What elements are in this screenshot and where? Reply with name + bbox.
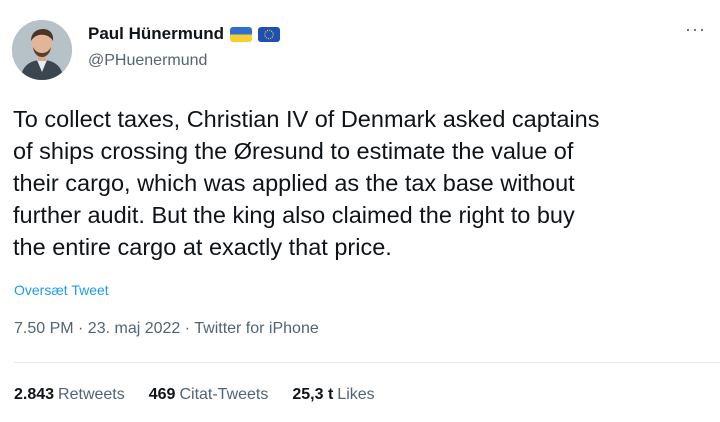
likes-stat[interactable]: 25,3 t Likes bbox=[292, 386, 374, 404]
eu-flag-icon bbox=[258, 26, 281, 42]
divider bbox=[14, 362, 720, 363]
display-name[interactable]: Paul Hünermund bbox=[88, 24, 224, 44]
more-options-icon[interactable]: ··· bbox=[685, 20, 706, 38]
author-handle[interactable]: @PHuenermund bbox=[88, 52, 207, 70]
retweets-stat[interactable]: 2.843 Retweets bbox=[14, 386, 125, 404]
tweet-text: To collect taxes, Christian IV of Denmar… bbox=[13, 106, 600, 260]
quotes-count: 469 bbox=[148, 386, 176, 403]
tweet-timestamp[interactable]: 7.50 PM · 23. maj 2022 · Twitter for iPh… bbox=[14, 320, 319, 338]
retweets-count: 2.843 bbox=[14, 386, 55, 403]
quotes-stat[interactable]: 469 Citat-Tweets bbox=[149, 386, 269, 404]
tweet-card: Paul Hünermund @PHuenermund ··· To colle… bbox=[0, 0, 720, 422]
avatar[interactable] bbox=[12, 20, 72, 80]
tweet-stats: 2.843 Retweets 469 Citat-Tweets 25,3 t Like… bbox=[14, 386, 375, 404]
ukraine-flag-icon bbox=[230, 26, 253, 42]
likes-label: Likes bbox=[337, 386, 375, 403]
likes-count: 25,3 t bbox=[292, 386, 334, 403]
quotes-label: Citat-Tweets bbox=[179, 386, 269, 403]
author-name-row[interactable]: Paul Hünermund bbox=[88, 24, 281, 44]
avatar-image bbox=[12, 20, 72, 80]
translate-tweet-link[interactable]: Oversæt Tweet bbox=[14, 282, 109, 298]
retweets-label: Retweets bbox=[58, 386, 125, 403]
